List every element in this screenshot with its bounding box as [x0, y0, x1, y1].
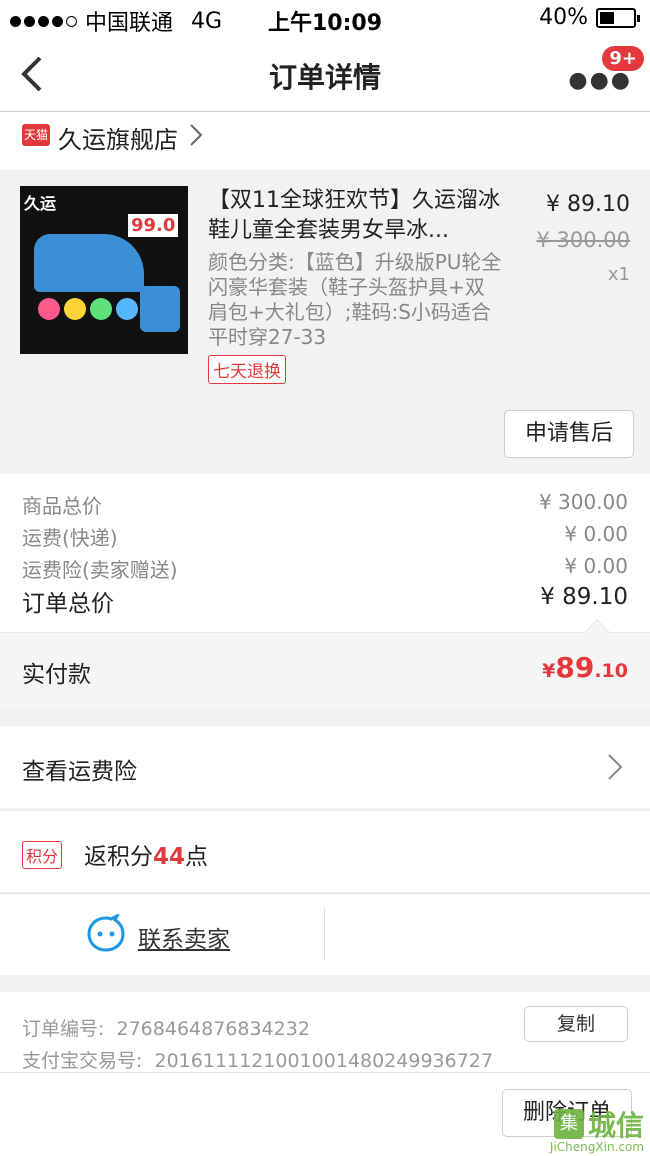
- chat-face-icon: [87, 914, 125, 952]
- actual-payment-label: 实付款: [22, 662, 91, 688]
- shop-row[interactable]: 天猫 久运旗舰店: [0, 112, 650, 170]
- points-badge: 积分: [22, 841, 63, 869]
- item-price: ¥ 89.10: [546, 192, 630, 217]
- contact-row: 联系卖家: [0, 893, 650, 975]
- product-sku: 颜色分类:【蓝色】升级版PU轮全闪豪华套装（鞋子头盔护具+双肩包+大礼包）;鞋码…: [208, 250, 502, 349]
- product-thumbnail[interactable]: 久运 99.0: [20, 186, 188, 354]
- price-summary: 商品总价 ¥ 300.00 运费(快递) ¥ 0.00 运费险(卖家赠送) ¥ …: [0, 474, 650, 632]
- alipay-number-line: 支付宝交易号: 2016111121001001480249936727: [22, 1046, 493, 1073]
- order-item[interactable]: 久运 99.0 【双11全球狂欢节】久运溜冰鞋儿童全套装男女旱冰... 颜色分类…: [0, 170, 650, 474]
- after-sale-button[interactable]: 申请售后: [504, 410, 634, 458]
- watermark-text: 城信: [587, 1109, 644, 1142]
- summary-row: 运费险(卖家赠送) ¥ 0.00: [22, 554, 628, 583]
- battery-icon: [596, 7, 640, 28]
- copy-button[interactable]: 复制: [524, 1006, 628, 1042]
- freight-insurance-label: 查看运费险: [22, 759, 137, 785]
- thumbnail-price: 99.0: [128, 214, 179, 237]
- item-quantity: x1: [607, 264, 630, 285]
- actual-payment-amount: ¥89.10: [542, 651, 628, 684]
- chevron-right-icon: [190, 124, 203, 146]
- thumbnail-logo: 久运: [24, 194, 57, 213]
- currency-symbol: ¥: [542, 660, 556, 682]
- amount-decimal: .10: [594, 660, 628, 682]
- actual-payment-row: 实付款 ¥89.10: [0, 619, 650, 710]
- order-number-line: 订单编号: 2768464876834232: [22, 1014, 310, 1041]
- message-badge: 9+: [602, 46, 644, 71]
- summary-value: ¥ 0.00: [564, 522, 628, 546]
- chevron-right-icon: [608, 754, 623, 780]
- order-info: 订单编号: 2768464876834232 支付宝交易号: 201611112…: [0, 992, 650, 1072]
- points-text: 返积分44点: [84, 844, 209, 870]
- points-value: 44: [153, 844, 186, 870]
- summary-label: 运费险(卖家赠送): [22, 558, 178, 582]
- battery-percent: 40%: [539, 5, 588, 30]
- watermark: 集 城信 JiChengXin.com: [550, 1104, 644, 1154]
- alipay-number-label: 支付宝交易号:: [22, 1050, 143, 1072]
- status-bar: 中国联通 4G 上午10:09 40%: [0, 0, 650, 36]
- order-total-value: ¥ 89.10: [540, 584, 628, 610]
- order-total-label: 订单总价: [22, 591, 114, 617]
- summary-label: 运费(快递): [22, 526, 118, 550]
- freight-insurance-row[interactable]: 查看运费险: [0, 726, 650, 808]
- product-title[interactable]: 【双11全球狂欢节】久运溜冰鞋儿童全套装男女旱冰...: [208, 186, 503, 246]
- backpack-shape: [140, 286, 180, 332]
- summary-value: ¥ 0.00: [564, 554, 628, 578]
- summary-row: 运费(快递) ¥ 0.00: [22, 522, 628, 551]
- item-original-price: ¥ 300.00: [536, 228, 630, 252]
- shop-name: 久运旗舰店: [58, 126, 178, 154]
- amount-integer: 89: [555, 651, 595, 684]
- summary-row: 商品总价 ¥ 300.00: [22, 490, 628, 519]
- order-total-row: 订单总价 ¥ 89.10: [22, 584, 628, 618]
- summary-label: 商品总价: [22, 494, 102, 518]
- watermark-site: JiChengXin.com: [549, 1140, 644, 1154]
- alipay-number: 2016111121001001480249936727: [154, 1050, 493, 1072]
- return-policy-badge: 七天退换: [208, 355, 286, 384]
- divider: [324, 908, 325, 960]
- more-dots-icon: ●●●: [568, 68, 632, 93]
- skate-shape: [34, 234, 144, 292]
- nav-bar: 订单详情 ●●● 9+: [0, 36, 650, 112]
- points-row: 积分 返积分44点: [0, 810, 650, 892]
- status-right: 40%: [539, 5, 640, 30]
- page-title: 订单详情: [268, 61, 381, 94]
- summary-value: ¥ 300.00: [538, 490, 628, 514]
- tmall-icon: 天猫: [22, 124, 50, 146]
- contact-seller-link[interactable]: 联系卖家: [138, 920, 230, 954]
- more-button[interactable]: ●●●: [568, 68, 632, 93]
- order-number: 2768464876834232: [116, 1018, 310, 1040]
- order-number-label: 订单编号:: [22, 1018, 105, 1040]
- watermark-logo-icon: 集: [553, 1109, 584, 1139]
